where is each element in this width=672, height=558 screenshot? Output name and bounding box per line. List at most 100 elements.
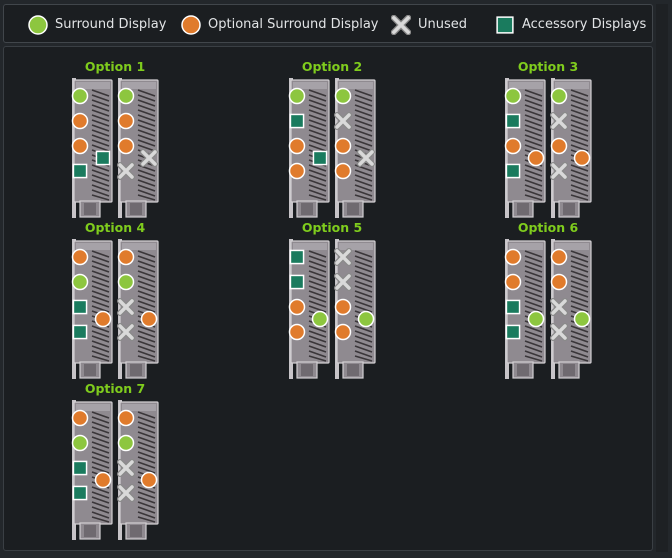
accessory-port-icon: [289, 274, 305, 290]
optional-port-icon: [550, 248, 568, 266]
option-title: Option 1: [84, 59, 146, 74]
optional-port-icon: [288, 162, 306, 180]
gpu-card: [117, 239, 159, 379]
surround-port-icon: [334, 87, 352, 105]
surround-port-icon: [71, 87, 89, 105]
gpu-card: [117, 78, 159, 218]
option-7[interactable]: Option 7: [65, 381, 165, 540]
legend-unused: Unused: [391, 5, 467, 44]
optional-port-icon: [288, 137, 306, 155]
accessory-port-icon: [72, 485, 88, 501]
gpu-cards: [282, 78, 382, 218]
surround-display-icon: [28, 14, 48, 35]
accessory-display-icon: [495, 15, 515, 35]
optional-port-icon: [71, 112, 89, 130]
configuration-panel: Option 1 Option 2 Option 3 Option 4 Opti…: [3, 46, 653, 551]
surround-port-icon: [504, 87, 522, 105]
accessory-port-icon: [72, 163, 88, 179]
accessory-port-icon: [505, 324, 521, 340]
legend-surround-label: Surround Display: [55, 17, 167, 32]
accessory-port-icon: [505, 163, 521, 179]
surround-port-icon: [311, 310, 329, 328]
surround-port-icon: [573, 310, 591, 328]
option-title: Option 4: [84, 220, 146, 235]
unused-port-icon: [550, 162, 568, 180]
optional-port-icon: [140, 310, 158, 328]
option-1[interactable]: Option 1: [65, 59, 165, 218]
gpu-cards: [282, 239, 382, 379]
option-title: Option 2: [301, 59, 363, 74]
gpu-card: [504, 239, 546, 379]
option-6[interactable]: Option 6: [498, 220, 598, 379]
optional-port-icon: [117, 248, 135, 266]
optional-port-icon: [71, 409, 89, 427]
option-title: Option 7: [84, 381, 146, 396]
legend-optional: Optional Surround Display: [181, 5, 379, 44]
unused-port-icon: [140, 149, 158, 167]
option-4[interactable]: Option 4: [65, 220, 165, 379]
gpu-cards: [65, 78, 165, 218]
legend-accessory-label: Accessory Displays: [522, 17, 647, 32]
accessory-port-icon: [72, 460, 88, 476]
unused-port-icon: [117, 484, 135, 502]
accessory-port-icon: [505, 113, 521, 129]
optional-port-icon: [117, 409, 135, 427]
optional-port-icon: [527, 149, 545, 167]
optional-port-icon: [504, 248, 522, 266]
gpu-card: [288, 239, 330, 379]
option-3[interactable]: Option 3: [498, 59, 598, 218]
gpu-card: [550, 78, 592, 218]
surround-port-icon: [117, 434, 135, 452]
optional-port-icon: [117, 137, 135, 155]
unused-port-icon: [117, 459, 135, 477]
gpu-card: [504, 78, 546, 218]
unused-port-icon: [550, 112, 568, 130]
unused-port-icon: [334, 273, 352, 291]
gpu-card: [71, 239, 113, 379]
gpu-card: [334, 239, 376, 379]
option-title: Option 3: [517, 59, 579, 74]
scrollbar-track[interactable]: [656, 4, 668, 552]
optional-port-icon: [140, 471, 158, 489]
optional-port-icon: [334, 298, 352, 316]
unused-port-icon: [334, 112, 352, 130]
accessory-port-icon: [72, 324, 88, 340]
option-2[interactable]: Option 2: [282, 59, 382, 218]
unused-port-icon: [357, 149, 375, 167]
unused-port-icon: [550, 323, 568, 341]
accessory-port-icon: [312, 150, 328, 166]
gpu-cards: [65, 400, 165, 540]
gpu-cards: [65, 239, 165, 379]
optional-port-icon: [334, 162, 352, 180]
accessory-port-icon: [289, 249, 305, 265]
gpu-card: [334, 78, 376, 218]
surround-port-icon: [550, 87, 568, 105]
option-title: Option 6: [517, 220, 579, 235]
optional-port-icon: [550, 273, 568, 291]
optional-port-icon: [334, 323, 352, 341]
gpu-card: [117, 400, 159, 540]
surround-port-icon: [288, 87, 306, 105]
gpu-card: [550, 239, 592, 379]
legend-bar: Surround Display Optional Surround Displ…: [3, 4, 653, 43]
accessory-port-icon: [95, 150, 111, 166]
option-5[interactable]: Option 5: [282, 220, 382, 379]
unused-port-icon: [117, 298, 135, 316]
optional-port-icon: [94, 471, 112, 489]
surround-port-icon: [117, 273, 135, 291]
optional-port-icon: [504, 137, 522, 155]
unused-port-icon: [117, 323, 135, 341]
legend-optional-label: Optional Surround Display: [208, 17, 379, 32]
optional-port-icon: [334, 137, 352, 155]
gpu-card: [71, 78, 113, 218]
unused-port-icon: [117, 162, 135, 180]
optional-port-icon: [71, 137, 89, 155]
unused-x-icon: [391, 14, 411, 35]
optional-port-icon: [550, 137, 568, 155]
optional-port-icon: [94, 310, 112, 328]
accessory-port-icon: [72, 299, 88, 315]
surround-port-icon: [357, 310, 375, 328]
legend-surround: Surround Display: [28, 5, 166, 44]
optional-port-icon: [288, 323, 306, 341]
optional-port-icon: [504, 273, 522, 291]
